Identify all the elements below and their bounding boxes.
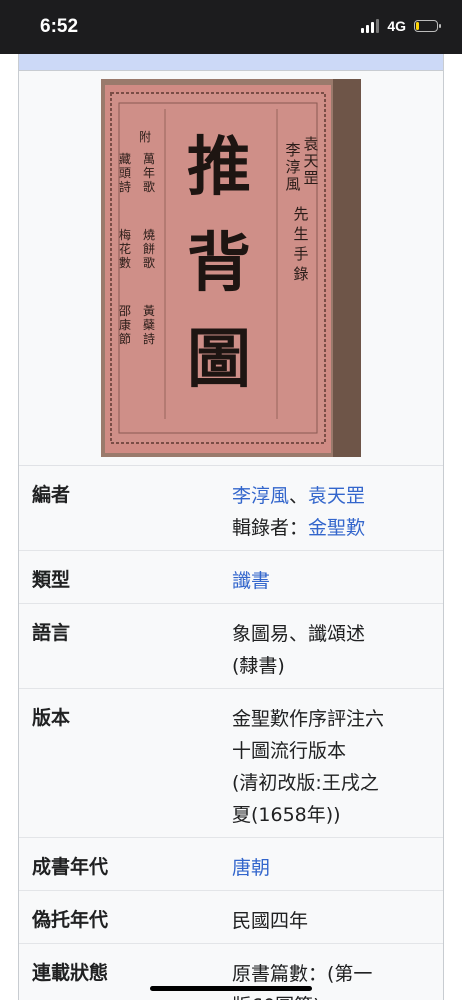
row-value: 民國四年 <box>232 891 443 943</box>
status-indicators: 4G <box>361 18 441 34</box>
home-indicator[interactable] <box>150 986 312 991</box>
row-value-line: 讖書 <box>232 565 437 597</box>
cover-appendix-text: 年 <box>143 166 155 180</box>
row-value-line: 象圖易、讖頌述 <box>232 618 437 650</box>
cover-author-text: 生 <box>293 225 308 243</box>
book-cover-image[interactable]: 推背圖 袁天罡李淳風先生手錄 附萬年歌藏頭詩燒餅歌梅花數黃蘗詩邵康節 <box>101 79 361 457</box>
signal-icon <box>361 19 380 33</box>
cover-appendix-text: 附 <box>139 130 151 144</box>
infobox-rows: 編者 李淳風、袁天罡 輯錄者：金聖歎 類型 讖書 語言 象圖易、讖頌述 (隸書) 版本 金聖歎作序… <box>19 466 443 1000</box>
row-label: 語言 <box>32 622 71 644</box>
cover-title-char: 圖 <box>187 322 251 397</box>
infobox-row: 偽托年代 民國四年 <box>19 891 443 944</box>
battery-level <box>416 22 420 30</box>
cover-title-char: 推 <box>187 130 251 205</box>
status-bar: 6:52 4G <box>0 0 462 54</box>
cover-appendix-text: 花 <box>119 241 131 256</box>
wiki-link[interactable]: 讖書 <box>232 570 270 592</box>
wiki-link[interactable]: 唐朝 <box>232 857 270 879</box>
cover-appendix-text: 萬 <box>143 152 155 166</box>
cover-author-text: 罡 <box>303 169 318 187</box>
wiki-link[interactable]: 袁天罡 <box>308 485 365 507</box>
row-value: 李淳風、袁天罡 輯錄者：金聖歎 <box>232 466 443 550</box>
cover-appendix-text: 詩 <box>119 180 131 194</box>
value-text: (隸書) <box>232 655 285 677</box>
infobox-row: 連載狀態 原書篇數：(第一版60圖篇) <box>19 944 443 1000</box>
row-value-line: (清初改版:王戌之 <box>232 767 437 799</box>
value-text: 版60圖篇) <box>232 995 321 1000</box>
infobox-row: 語言 象圖易、讖頌述 (隸書) <box>19 604 443 689</box>
infobox-row: 編者 李淳風、袁天罡 輯錄者：金聖歎 <box>19 466 443 551</box>
wiki-link[interactable]: 李淳風 <box>232 485 289 507</box>
cover-appendix-text: 梅 <box>119 227 131 242</box>
row-label: 連載狀態 <box>32 962 109 984</box>
cover-appendix-text: 頭 <box>119 166 131 180</box>
value-text: 原書篇數：(第一 <box>232 963 373 985</box>
status-time: 6:52 <box>40 16 79 37</box>
cover-appendix-text: 康 <box>119 317 131 332</box>
row-label: 類型 <box>32 569 71 591</box>
row-label: 成書年代 <box>32 856 109 878</box>
cover-title: 推背圖 <box>187 130 251 397</box>
row-value-line: 李淳風、袁天罡 <box>232 480 437 512</box>
row-value: 唐朝 <box>232 838 443 890</box>
cover-author-text: 先 <box>293 205 308 223</box>
infobox-row: 版本 金聖歎作序評注六 十圖流行版本 (清初改版:王戌之 夏(1658年)) <box>19 689 443 838</box>
value-text: 十圖流行版本 <box>232 740 347 762</box>
cover-appendix-text: 蘗 <box>143 318 155 332</box>
value-text: 夏(1658年)) <box>232 804 341 826</box>
network-label: 4G <box>387 18 406 34</box>
infobox: 推背圖 袁天罡李淳風先生手錄 附萬年歌藏頭詩燒餅歌梅花數黃蘗詩邵康節 編者 李淳風… <box>18 54 444 1000</box>
cover-appendix-text: 黃 <box>143 304 155 318</box>
row-value: 金聖歎作序評注六 十圖流行版本 (清初改版:王戌之 夏(1658年)) <box>232 689 443 837</box>
row-value-line: 民國四年 <box>232 905 437 937</box>
battery-icon <box>414 20 441 32</box>
cover-appendix-text: 燒 <box>143 228 155 242</box>
cover-appendix-text: 詩 <box>143 332 155 346</box>
infobox-row: 類型 讖書 <box>19 551 443 604</box>
row-value-line: (隸書) <box>232 650 437 682</box>
cover-appendix-text: 歌 <box>143 179 155 194</box>
row-value: 原書篇數：(第一版60圖篇) <box>232 944 443 1000</box>
cover-appendix-text: 節 <box>119 331 131 346</box>
value-text: 輯錄者： <box>232 517 309 539</box>
cover-author-text: 天 <box>303 152 318 170</box>
cover-title-char: 背 <box>187 226 251 301</box>
cover-appendix-text: 餅 <box>143 241 155 256</box>
cover-appendix-text: 邵 <box>119 304 131 318</box>
value-text: 民國四年 <box>232 910 309 932</box>
value-text: 象圖易、讖頌述 <box>232 623 366 645</box>
value-text: 、 <box>289 485 309 507</box>
infobox-header <box>19 54 443 71</box>
row-label: 版本 <box>32 707 71 729</box>
cover-author-text: 手 <box>293 245 308 263</box>
row-label: 編者 <box>32 484 71 506</box>
value-text: (清初改版:王戌之 <box>232 772 379 794</box>
row-value-line: 版60圖篇) <box>232 990 437 1000</box>
wiki-link[interactable]: 金聖歎 <box>308 517 365 539</box>
infobox-row: 成書年代 唐朝 <box>19 838 443 891</box>
cover-author-text: 風 <box>285 175 300 193</box>
row-value-line: 輯錄者：金聖歎 <box>232 512 437 544</box>
cover-author-text: 袁 <box>303 135 318 153</box>
cover-image-container[interactable]: 推背圖 袁天罡李淳風先生手錄 附萬年歌藏頭詩燒餅歌梅花數黃蘗詩邵康節 <box>19 71 443 466</box>
row-value-line: 金聖歎作序評注六 <box>232 703 437 735</box>
cover-appendix-text: 數 <box>119 256 131 270</box>
cover-appendix-text: 歌 <box>143 255 155 270</box>
row-label: 偽托年代 <box>32 909 109 931</box>
row-value: 讖書 <box>232 551 443 603</box>
cover-author-text: 李 <box>285 141 300 159</box>
row-value-line: 十圖流行版本 <box>232 735 437 767</box>
cover-appendix-text: 藏 <box>119 152 131 166</box>
cover-author-text: 淳 <box>285 158 300 176</box>
row-value-line: 唐朝 <box>232 852 437 884</box>
cover-author-text: 錄 <box>293 265 308 283</box>
row-value: 象圖易、讖頌述 (隸書) <box>232 604 443 688</box>
row-value-line: 夏(1658年)) <box>232 799 437 831</box>
value-text: 金聖歎作序評注六 <box>232 708 385 730</box>
